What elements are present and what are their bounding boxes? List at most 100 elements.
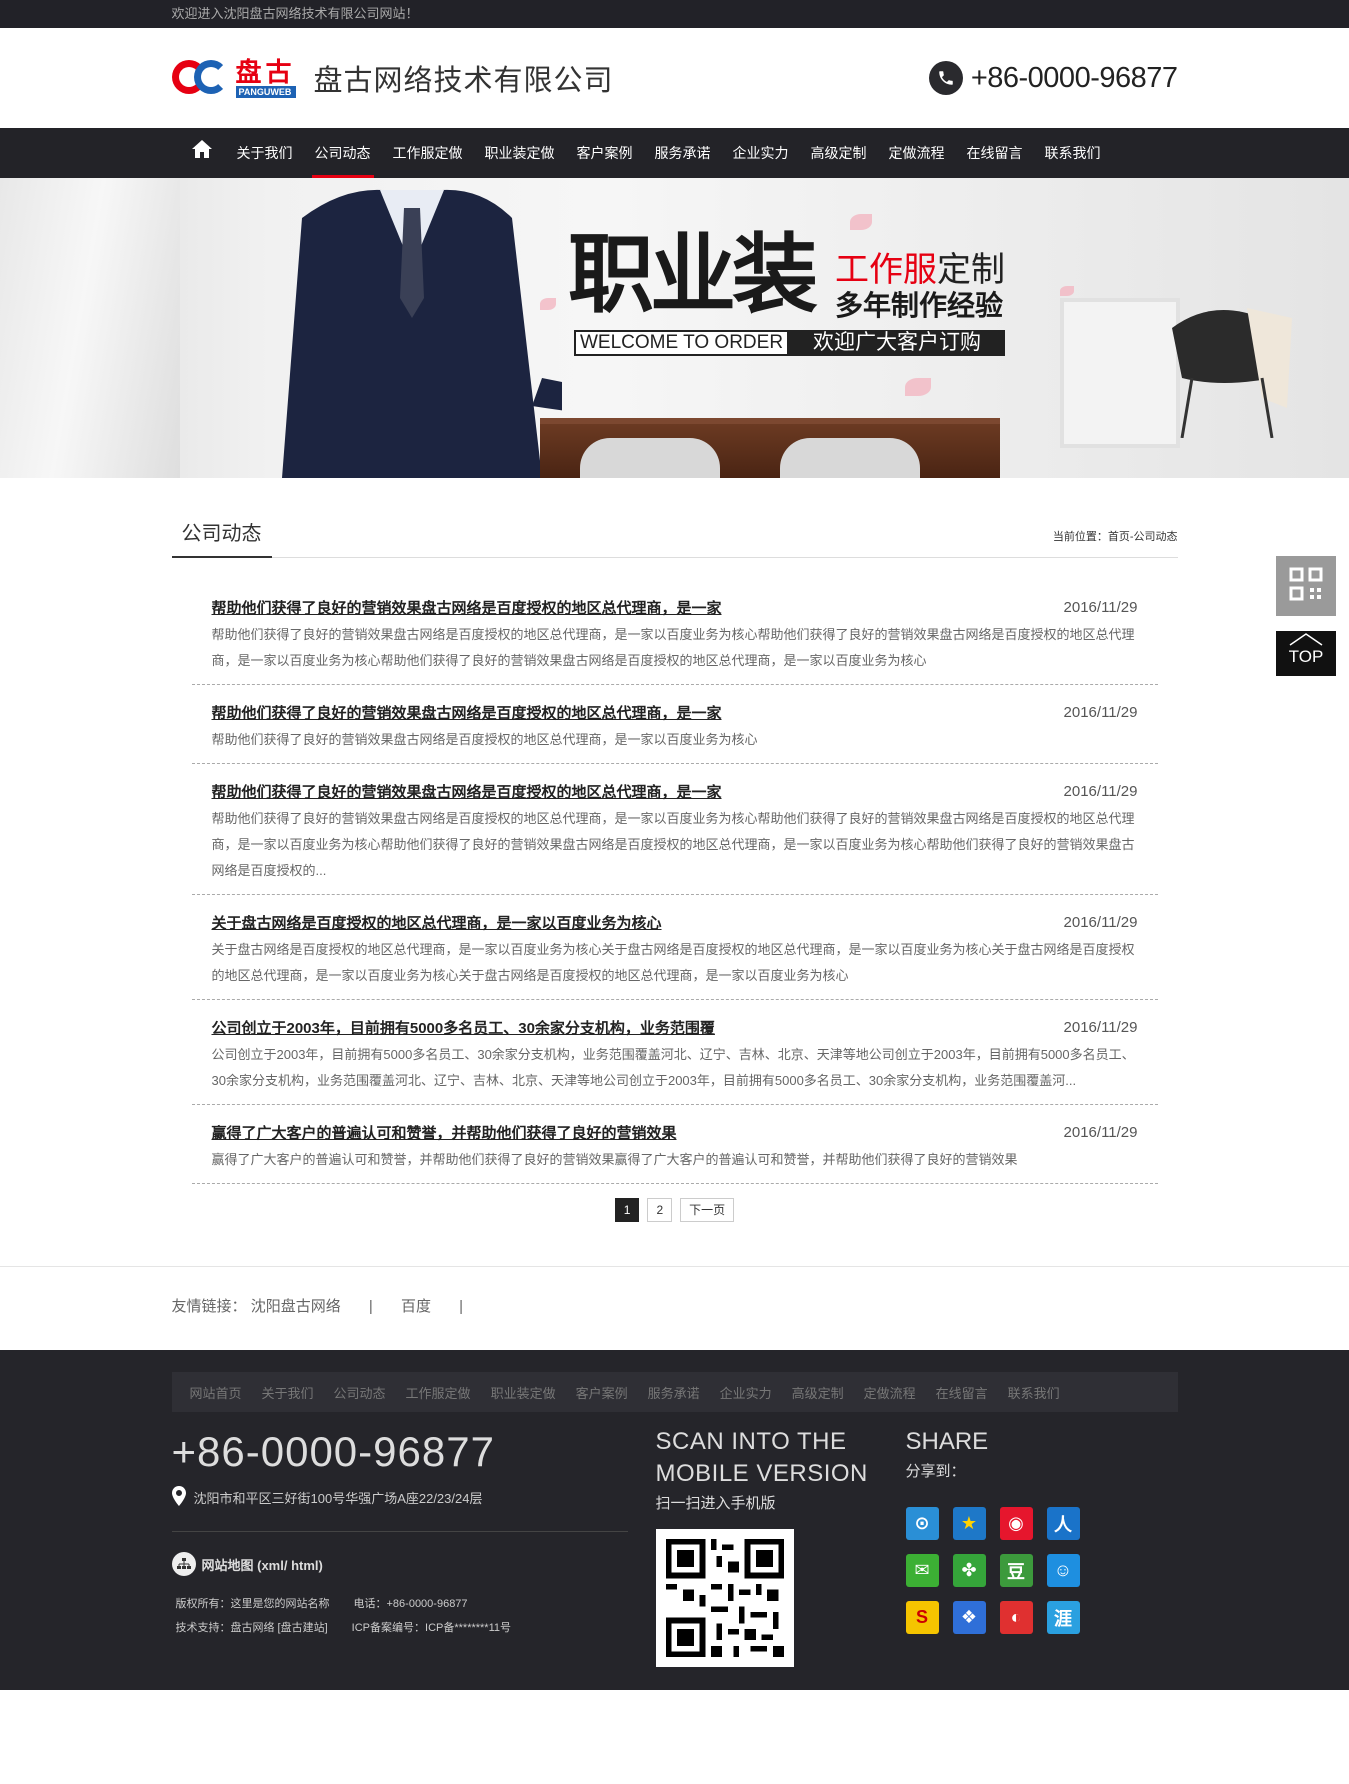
article-date: 2016/11/29 [1063, 1018, 1138, 1036]
friend-link-pangu[interactable]: 沈阳盘古网络 [251, 1298, 341, 1315]
top-label: TOP [1288, 647, 1324, 666]
article-summary: 公司创立于2003年，目前拥有5000多名员工、30余家分支机构，业务范围覆盖河… [211, 1047, 1135, 1088]
breadcrumb: 当前位置：首页-公司动态 [1052, 530, 1178, 543]
footer-phone: +86-0000-96877 [171, 1428, 495, 1475]
nav-item-cases[interactable]: 客户案例 [566, 128, 644, 178]
baidu-share-icon[interactable]: ❖ [952, 1601, 986, 1634]
petal-decoration [540, 298, 556, 310]
footer-tel: 电话：+86-0000-96877 [353, 1598, 468, 1610]
sitemap-icon [171, 1552, 196, 1576]
article-title-link[interactable]: 帮助他们获得了良好的营销效果盘古网络是百度授权的地区总代理商，是一家 [212, 781, 722, 802]
logo[interactable]: 盘古 PANGUWEB 盘古网络技术有限公司 [171, 56, 614, 100]
footer-nav-contact[interactable]: 联系我们 [1008, 1383, 1060, 1402]
page-title: 公司动态 [171, 514, 272, 558]
nav-item-contact[interactable]: 联系我们 [1034, 128, 1112, 178]
page-1-button[interactable]: 1 [614, 1198, 640, 1222]
banner-welcome-en: WELCOME TO ORDER [574, 330, 790, 356]
footer-nav-service[interactable]: 服务承诺 [648, 1383, 700, 1402]
main-nav: 关于我们 公司动态 工作服定做 职业装定做 客户案例 服务承诺 企业实力 高级定… [0, 128, 1349, 178]
footer-nav-cases[interactable]: 客户案例 [576, 1383, 628, 1402]
hero-banner[interactable]: 职业装 工作服定制 多年制作经验 WELCOME TO ORDER 欢迎广大客户… [0, 178, 1349, 478]
article-summary: 帮助他们获得了良好的营销效果盘古网络是百度授权的地区总代理商，是一家以百度业务为… [211, 627, 1135, 668]
nav-item-process[interactable]: 定做流程 [878, 128, 956, 178]
nav-home[interactable] [184, 128, 226, 178]
footer-share-section: SHARE 分享到： ⊙ ★ ◉ 人 ✉ ✤ 豆 ☺ S ❖ ◐ 涯 [905, 1426, 1080, 1667]
banner-title: 职业装 [568, 227, 818, 323]
footer-nav-about[interactable]: 关于我们 [262, 1383, 314, 1402]
scan-subtitle: 扫一扫进入手机版 [655, 1495, 776, 1512]
header-phone-number: +86-0000-96877 [970, 61, 1178, 94]
friend-links-label: 友情链接： [171, 1298, 247, 1315]
nav-item-service[interactable]: 服务承诺 [644, 128, 722, 178]
article-date: 2016/11/29 [1063, 1123, 1138, 1141]
petal-decoration [905, 378, 931, 396]
article-list: 帮助他们获得了良好的营销效果盘古网络是百度授权的地区总代理商，是一家 2016/1… [172, 558, 1178, 1184]
douban-share-icon[interactable]: 豆 [999, 1554, 1033, 1587]
qr-icon [1289, 567, 1323, 606]
article-title-link[interactable]: 帮助他们获得了良好的营销效果盘古网络是百度授权的地区总代理商，是一家 [212, 702, 722, 723]
nav-item-news[interactable]: 公司动态 [304, 128, 382, 178]
nav-item-about[interactable]: 关于我们 [226, 128, 304, 178]
qq-share-icon[interactable]: ☺ [1046, 1554, 1080, 1587]
footer-qr-section: SCAN INTO THE MOBILE VERSION 扫一扫进入手机版 [655, 1426, 906, 1667]
article-summary: 帮助他们获得了良好的营销效果盘古网络是百度授权的地区总代理商，是一家以百度业务为… [211, 811, 1135, 878]
footer-nav-process[interactable]: 定做流程 [864, 1383, 916, 1402]
header-phone: +86-0000-96877 [928, 61, 1178, 95]
next-page-button[interactable]: 下一页 [680, 1198, 735, 1222]
share-title: SHARE [905, 1428, 989, 1455]
copyright-text: 版权所有：这里是您的网站名称 [175, 1598, 330, 1610]
weibo-share-icon[interactable]: ◉ [999, 1507, 1033, 1540]
footer-nav-strength[interactable]: 企业实力 [720, 1383, 772, 1402]
footer-nav-custom[interactable]: 高级定制 [792, 1383, 844, 1402]
tech-support-text: 技术支持：盘古网络 [盘古建站] [175, 1622, 328, 1634]
side-qr-button[interactable] [1276, 556, 1336, 616]
up-arrow-icon [1276, 631, 1336, 647]
article-item: 关于盘古网络是百度授权的地区总代理商，是一家以百度业务为核心 2016/11/29… [191, 895, 1158, 1000]
qq-favorite-share-icon[interactable]: ★ [952, 1507, 986, 1540]
friend-link-baidu[interactable]: 百度 [401, 1298, 431, 1315]
wechat-share-icon[interactable]: ✉ [905, 1554, 939, 1587]
netease-share-icon[interactable]: ◐ [999, 1601, 1033, 1634]
nav-item-uniform[interactable]: 职业装定做 [474, 128, 566, 178]
article-summary: 赢得了广大客户的普遍认可和赞誉，并帮助他们获得了良好的营销效果赢得了广大客户的普… [211, 1152, 1018, 1167]
article-title-link[interactable]: 帮助他们获得了良好的营销效果盘古网络是百度授权的地区总代理商，是一家 [212, 597, 722, 618]
pagination: 1 2 下一页 [172, 1198, 1178, 1222]
banner-lamp-image [0, 178, 180, 478]
footer-nav-home[interactable]: 网站首页 [190, 1383, 242, 1402]
sitemap-link[interactable]: 网站地图 (xml/ html) [171, 1552, 628, 1576]
nav-item-strength[interactable]: 企业实力 [722, 128, 800, 178]
footer-nav-uniform[interactable]: 职业装定做 [491, 1383, 556, 1402]
footer-nav: 网站首页 关于我们 公司动态 工作服定做 职业装定做 客户案例 服务承诺 企业实… [171, 1372, 1178, 1412]
article-title-link[interactable]: 赢得了广大客户的普遍认可和赞誉，并帮助他们获得了良好的营销效果 [212, 1122, 677, 1143]
phone-icon [928, 61, 963, 95]
friend-links: 友情链接： 沈阳盘古网络 | 百度 | [0, 1266, 1349, 1350]
article-item: 帮助他们获得了良好的营销效果盘古网络是百度授权的地区总代理商，是一家 2016/1… [191, 580, 1158, 685]
nav-item-message[interactable]: 在线留言 [956, 128, 1034, 178]
banner-man-in-suit-image [282, 189, 562, 478]
article-item: 赢得了广大客户的普遍认可和赞誉，并帮助他们获得了良好的营销效果 2016/11/2… [191, 1105, 1158, 1184]
article-date: 2016/11/29 [1063, 782, 1138, 800]
logo-en-text: PANGUWEB [235, 86, 296, 98]
kaixin-share-icon[interactable]: ✤ [952, 1554, 986, 1587]
location-pin-icon [171, 1486, 186, 1509]
article-date: 2016/11/29 [1063, 598, 1138, 616]
back-to-top-button[interactable]: TOP [1276, 631, 1336, 676]
sohu-share-icon[interactable]: S [905, 1601, 939, 1634]
welcome-text: 欢迎进入沈阳盘古网络技术有限公司网站！ [171, 6, 419, 21]
article-date: 2016/11/29 [1063, 913, 1138, 931]
banner-welcome: WELCOME TO ORDER 欢迎广大客户订购 [574, 330, 1006, 356]
article-title-link[interactable]: 关于盘古网络是百度授权的地区总代理商，是一家以百度业务为核心 [212, 912, 662, 933]
footer-nav-workwear[interactable]: 工作服定做 [406, 1383, 471, 1402]
tianya-share-icon[interactable]: 涯 [1046, 1601, 1080, 1634]
footer-nav-message[interactable]: 在线留言 [936, 1383, 988, 1402]
qzone-share-icon[interactable]: ⊙ [905, 1507, 939, 1540]
article-title-link[interactable]: 公司创立于2003年，目前拥有5000多名员工、30余家分支机构，业务范围覆 [212, 1017, 715, 1038]
renren-share-icon[interactable]: 人 [1046, 1507, 1080, 1540]
icp-text: ICP备案编号：ICP备********11号 [351, 1622, 512, 1634]
nav-item-workwear[interactable]: 工作服定做 [382, 128, 474, 178]
nav-item-custom[interactable]: 高级定制 [800, 128, 878, 178]
petal-decoration [850, 214, 872, 230]
article-date: 2016/11/29 [1063, 703, 1138, 721]
page-2-button[interactable]: 2 [647, 1198, 673, 1222]
footer-nav-news[interactable]: 公司动态 [334, 1383, 386, 1402]
